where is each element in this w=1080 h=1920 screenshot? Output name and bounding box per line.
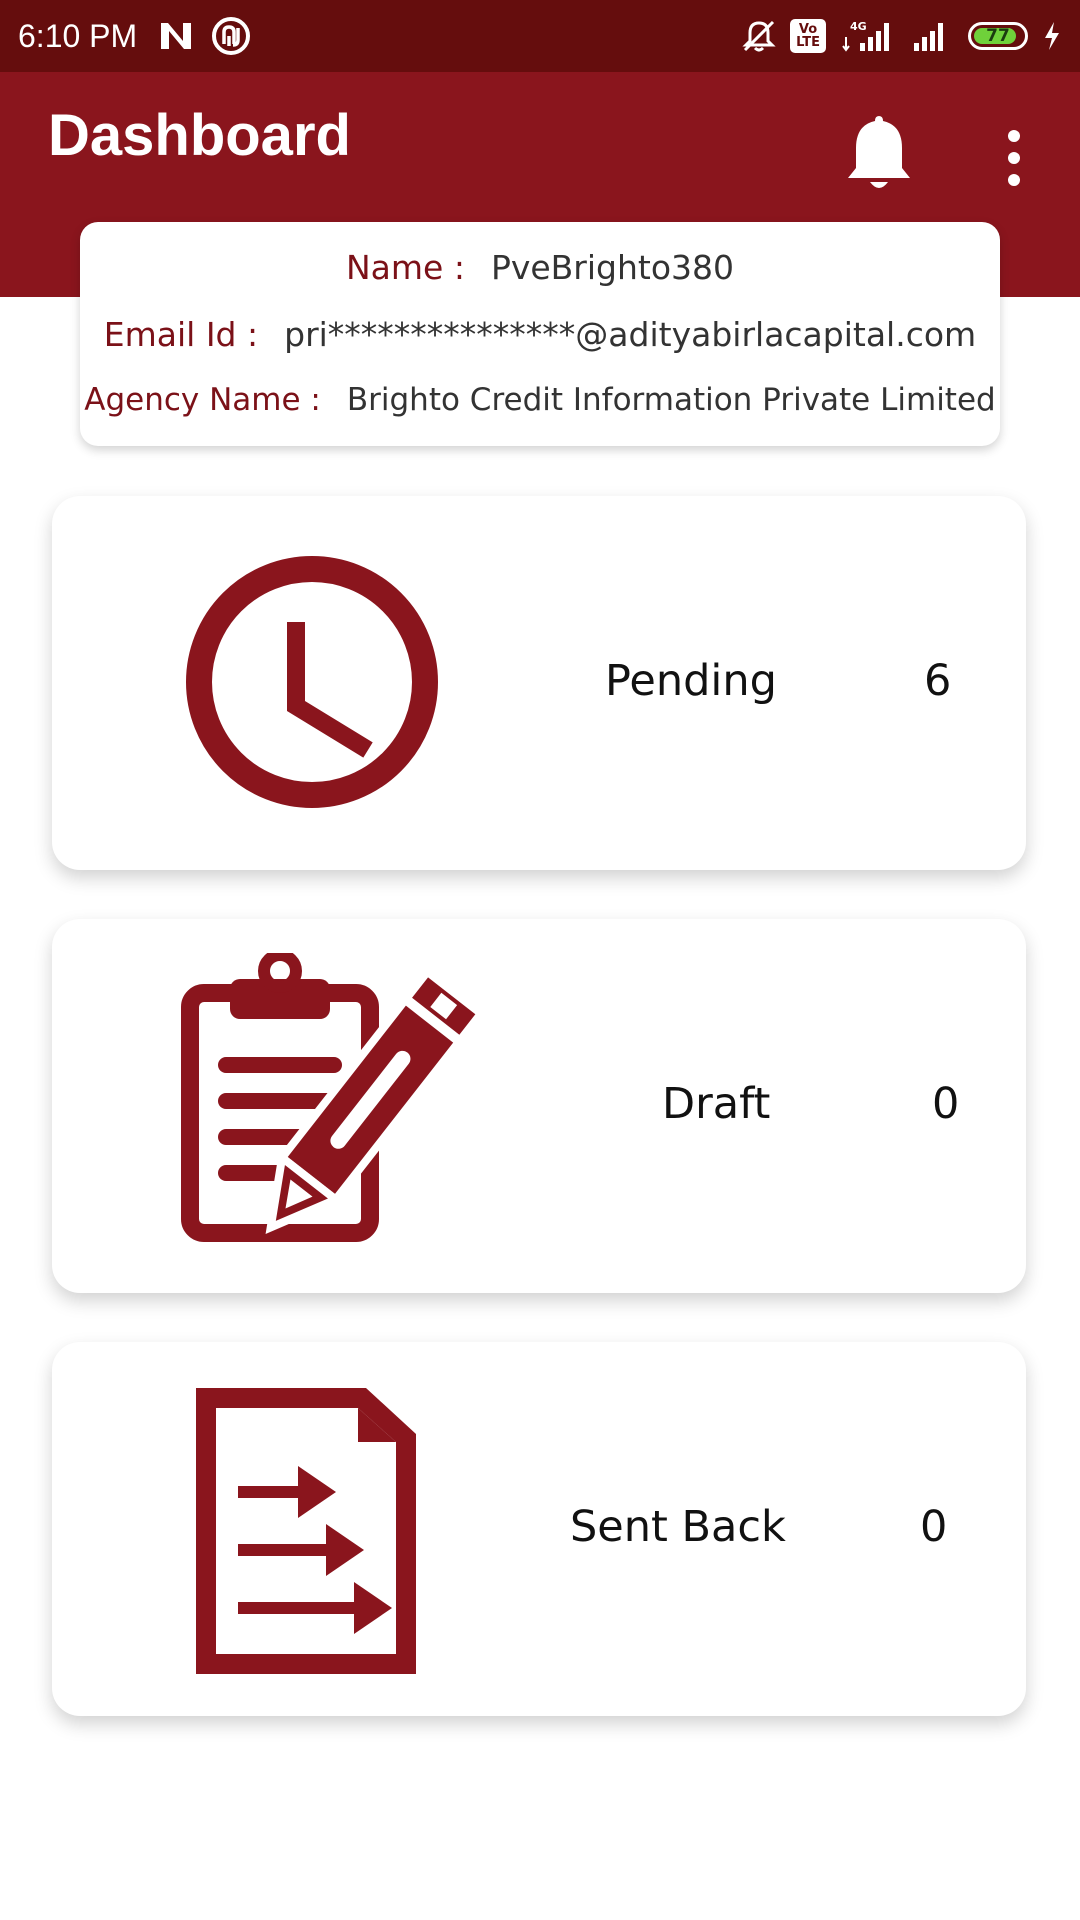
draft-label: Draft bbox=[662, 1079, 771, 1129]
email-value: pri***************@adityabirlacapital.co… bbox=[284, 315, 977, 354]
profile-email-row: Email Id : pri***************@adityabirl… bbox=[80, 315, 1000, 354]
mute-bell-icon bbox=[742, 20, 776, 52]
name-value: PveBrighto380 bbox=[490, 248, 735, 287]
pending-label: Pending bbox=[605, 656, 777, 706]
signal-4g-icon: 4G bbox=[842, 20, 889, 52]
volte-icon: Vo LTE bbox=[790, 19, 826, 53]
notification-bell-icon[interactable] bbox=[842, 112, 916, 194]
sent-back-card[interactable]: Sent Back 0 bbox=[52, 1342, 1026, 1716]
svg-text:4G: 4G bbox=[850, 20, 867, 33]
n-app-icon bbox=[161, 23, 192, 49]
profile-card: Name : PveBrighto380 Email Id : pri*****… bbox=[80, 222, 1000, 446]
sent-back-count: 0 bbox=[920, 1502, 948, 1552]
name-label: Name : bbox=[345, 248, 465, 287]
sent-back-label: Sent Back bbox=[570, 1502, 786, 1552]
overflow-menu-icon[interactable] bbox=[998, 128, 1030, 188]
draft-count: 0 bbox=[932, 1079, 960, 1129]
draft-card[interactable]: Draft 0 bbox=[52, 919, 1026, 1293]
agency-label: Agency Name : bbox=[84, 382, 321, 418]
email-label: Email Id : bbox=[103, 315, 259, 354]
signal-icon bbox=[914, 23, 943, 51]
status-bar: 6:10 PM Vo LTE 4G 77 bbox=[0, 0, 1080, 72]
profile-agency-row: Agency Name : Brighto Credit Information… bbox=[80, 382, 1000, 418]
document-arrows-icon bbox=[196, 1388, 416, 1674]
profile-name-row: Name : PveBrighto380 bbox=[80, 248, 1000, 287]
agency-value: Brighto Credit Information Private Limit… bbox=[346, 382, 996, 418]
status-time: 6:10 PM bbox=[18, 17, 138, 54]
charging-icon bbox=[1045, 22, 1059, 50]
app-logo-icon bbox=[212, 17, 251, 55]
pending-card[interactable]: Pending 6 bbox=[52, 496, 1026, 870]
page-title: Dashboard bbox=[48, 103, 351, 168]
battery-icon: 77 bbox=[968, 22, 1028, 50]
pending-count: 6 bbox=[924, 656, 952, 706]
battery-level: 77 bbox=[986, 26, 1010, 46]
clipboard-pencil-icon bbox=[181, 953, 480, 1242]
clock-icon bbox=[186, 556, 438, 808]
